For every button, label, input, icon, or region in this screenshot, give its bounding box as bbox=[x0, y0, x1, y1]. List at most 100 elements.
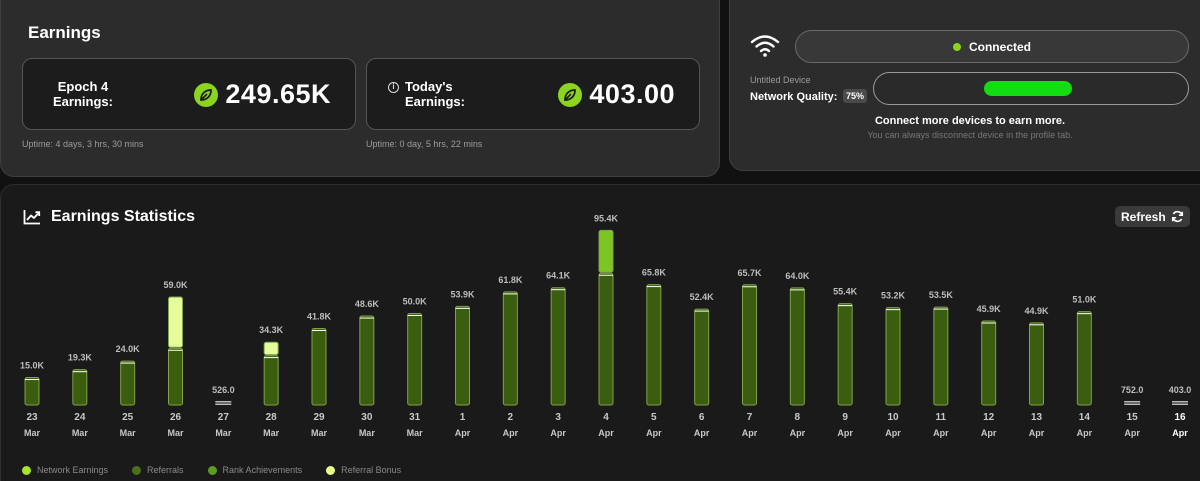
bar-flat bbox=[1124, 403, 1141, 405]
bar-network-earnings bbox=[455, 305, 470, 406]
legend-label: Network Earnings bbox=[37, 465, 109, 475]
bar-network-earnings bbox=[120, 360, 136, 406]
legend-label: Rank Achievements bbox=[222, 465, 303, 475]
epoch-label-line2: Earnings: bbox=[53, 94, 113, 109]
x-axis-month-label: Apr bbox=[981, 428, 997, 438]
legend-dot-icon bbox=[207, 465, 217, 475]
bar-network-earnings bbox=[24, 377, 40, 406]
today-earnings-card: i Today's Earnings: 403.00 bbox=[366, 58, 700, 130]
refresh-label: Refresh bbox=[1121, 209, 1166, 224]
bar-value-label: 45.9K bbox=[977, 304, 1002, 314]
x-axis-month-label: Apr bbox=[1124, 428, 1140, 438]
bar-network-earnings bbox=[1029, 322, 1044, 406]
legend-label: Referrals bbox=[147, 465, 184, 475]
x-axis-day-label: 10 bbox=[887, 412, 899, 423]
x-axis-day-label: 23 bbox=[26, 412, 38, 423]
x-axis-month-label: Apr bbox=[933, 428, 949, 438]
connection-status-pill[interactable]: Connected bbox=[795, 30, 1189, 63]
bar-network-earnings bbox=[168, 347, 183, 406]
today-earnings-label: Today's Earnings: bbox=[405, 79, 465, 109]
quality-indicator bbox=[984, 81, 1072, 96]
x-axis-month-label: Apr bbox=[694, 428, 710, 438]
earnings-panel: Earnings Epoch 4 Earnings: 249.65K Uptim… bbox=[0, 0, 720, 177]
bar-flat bbox=[215, 403, 232, 405]
epoch-earnings-label: Epoch 4 Earnings: bbox=[53, 79, 113, 109]
device-name: Untitled Device bbox=[750, 75, 811, 85]
bar-value-label: 44.9K bbox=[1024, 306, 1049, 316]
chart-legend: Network Earnings Referrals Rank Achievemen… bbox=[22, 465, 401, 475]
x-axis-month-label: Apr bbox=[455, 428, 471, 438]
bar-network-earnings bbox=[502, 291, 518, 406]
bar-value-label: 55.4K bbox=[833, 287, 858, 297]
today-label-line2: Earnings: bbox=[405, 94, 465, 109]
bar-network-earnings bbox=[789, 287, 805, 406]
legend-item[interactable]: Referrals bbox=[132, 465, 184, 475]
today-earnings-value-group: 403.00 bbox=[558, 79, 675, 110]
today-label-line1: Today's bbox=[405, 79, 453, 94]
refresh-icon bbox=[1171, 210, 1183, 223]
epoch-earnings-value-group: 249.65K bbox=[194, 79, 331, 110]
x-axis-month-label: Apr bbox=[1172, 428, 1188, 438]
bar-value-label: 65.8K bbox=[642, 268, 667, 278]
x-axis-month-label: Apr bbox=[1029, 428, 1045, 438]
x-axis-month-label: Mar bbox=[407, 428, 424, 438]
earnings-statistics-title: Earnings Statistics bbox=[51, 208, 196, 225]
x-axis-month-label: Apr bbox=[885, 428, 901, 438]
bar-value-label: 64.0K bbox=[785, 271, 810, 281]
x-axis-month-label: Mar bbox=[72, 428, 89, 438]
bar-network-earnings bbox=[885, 307, 901, 406]
bar-referral-bonus bbox=[598, 229, 614, 273]
earnings-statistics-panel: 15.0K 23 Mar 19.3K 24 Mar 24.0K 25 Mar 59.0K 26 Mar… bbox=[0, 184, 1200, 481]
device-panel: Connected Untitled Device Network Qualit… bbox=[729, 0, 1200, 171]
x-axis-day-label: 12 bbox=[983, 412, 995, 423]
bar-network-earnings bbox=[550, 287, 566, 406]
network-quality-badge: 75% bbox=[843, 89, 868, 103]
info-icon[interactable]: i bbox=[388, 82, 399, 93]
legend-item[interactable]: Rank Achievements bbox=[207, 465, 303, 475]
refresh-button[interactable]: Refresh bbox=[1115, 206, 1190, 227]
epoch-earnings-value: 249.65K bbox=[225, 79, 331, 109]
x-axis-month-label: Apr bbox=[503, 428, 519, 438]
epoch-earnings-card: Epoch 4 Earnings: 249.65K bbox=[22, 58, 356, 130]
x-axis-day-label: 24 bbox=[74, 412, 86, 423]
x-axis-day-label: 14 bbox=[1079, 412, 1091, 423]
bar-value-label: 64.1K bbox=[546, 271, 571, 281]
legend-item[interactable]: Referral Bonus bbox=[326, 465, 401, 475]
earnings-title: Earnings bbox=[28, 23, 101, 42]
bar-network-earnings bbox=[646, 284, 662, 406]
leaf-icon bbox=[558, 82, 583, 107]
bar-value-label: 48.6K bbox=[355, 299, 380, 309]
x-axis-month-label: Mar bbox=[215, 428, 232, 438]
leaf-icon bbox=[194, 82, 219, 107]
x-axis-day-label: 26 bbox=[170, 412, 182, 423]
legend-dot-icon bbox=[326, 465, 336, 475]
connect-more-title: Connect more devices to earn more. bbox=[874, 115, 1066, 127]
bar-network-earnings bbox=[407, 313, 423, 406]
bar-value-label: 34.3K bbox=[259, 325, 284, 335]
bar-value-label: 15.0K bbox=[20, 361, 45, 371]
bar-value-label: 752.0 bbox=[1121, 385, 1144, 395]
x-axis-month-label: Mar bbox=[359, 428, 376, 438]
x-axis-day-label: 27 bbox=[218, 412, 230, 423]
x-axis-day-label: 28 bbox=[266, 412, 278, 423]
bar-value-label: 59.0K bbox=[163, 280, 188, 290]
x-axis-day-label: 9 bbox=[842, 412, 848, 423]
x-axis-month-label: Apr bbox=[598, 428, 614, 438]
x-axis-day-label: 16 bbox=[1174, 412, 1186, 423]
bar-value-label: 19.3K bbox=[68, 353, 93, 363]
x-axis-month-label: Apr bbox=[742, 428, 758, 438]
trend-chart-icon bbox=[23, 210, 41, 225]
bar-flat bbox=[215, 401, 232, 403]
x-axis-month-label: Mar bbox=[167, 428, 184, 438]
x-axis-month-label: Mar bbox=[311, 428, 328, 438]
legend-dot-icon bbox=[22, 465, 31, 475]
x-axis-day-label: 30 bbox=[361, 412, 373, 423]
legend-item[interactable]: Network Earnings bbox=[22, 465, 108, 475]
bar-flat bbox=[1172, 401, 1188, 403]
x-axis-day-label: 8 bbox=[795, 412, 801, 423]
x-axis-day-label: 11 bbox=[936, 412, 947, 423]
bar-network-earnings bbox=[742, 284, 757, 406]
x-axis-month-label: Apr bbox=[1077, 428, 1093, 438]
x-axis-month-label: Mar bbox=[24, 428, 41, 438]
bar-value-label: 52.4K bbox=[690, 292, 715, 302]
